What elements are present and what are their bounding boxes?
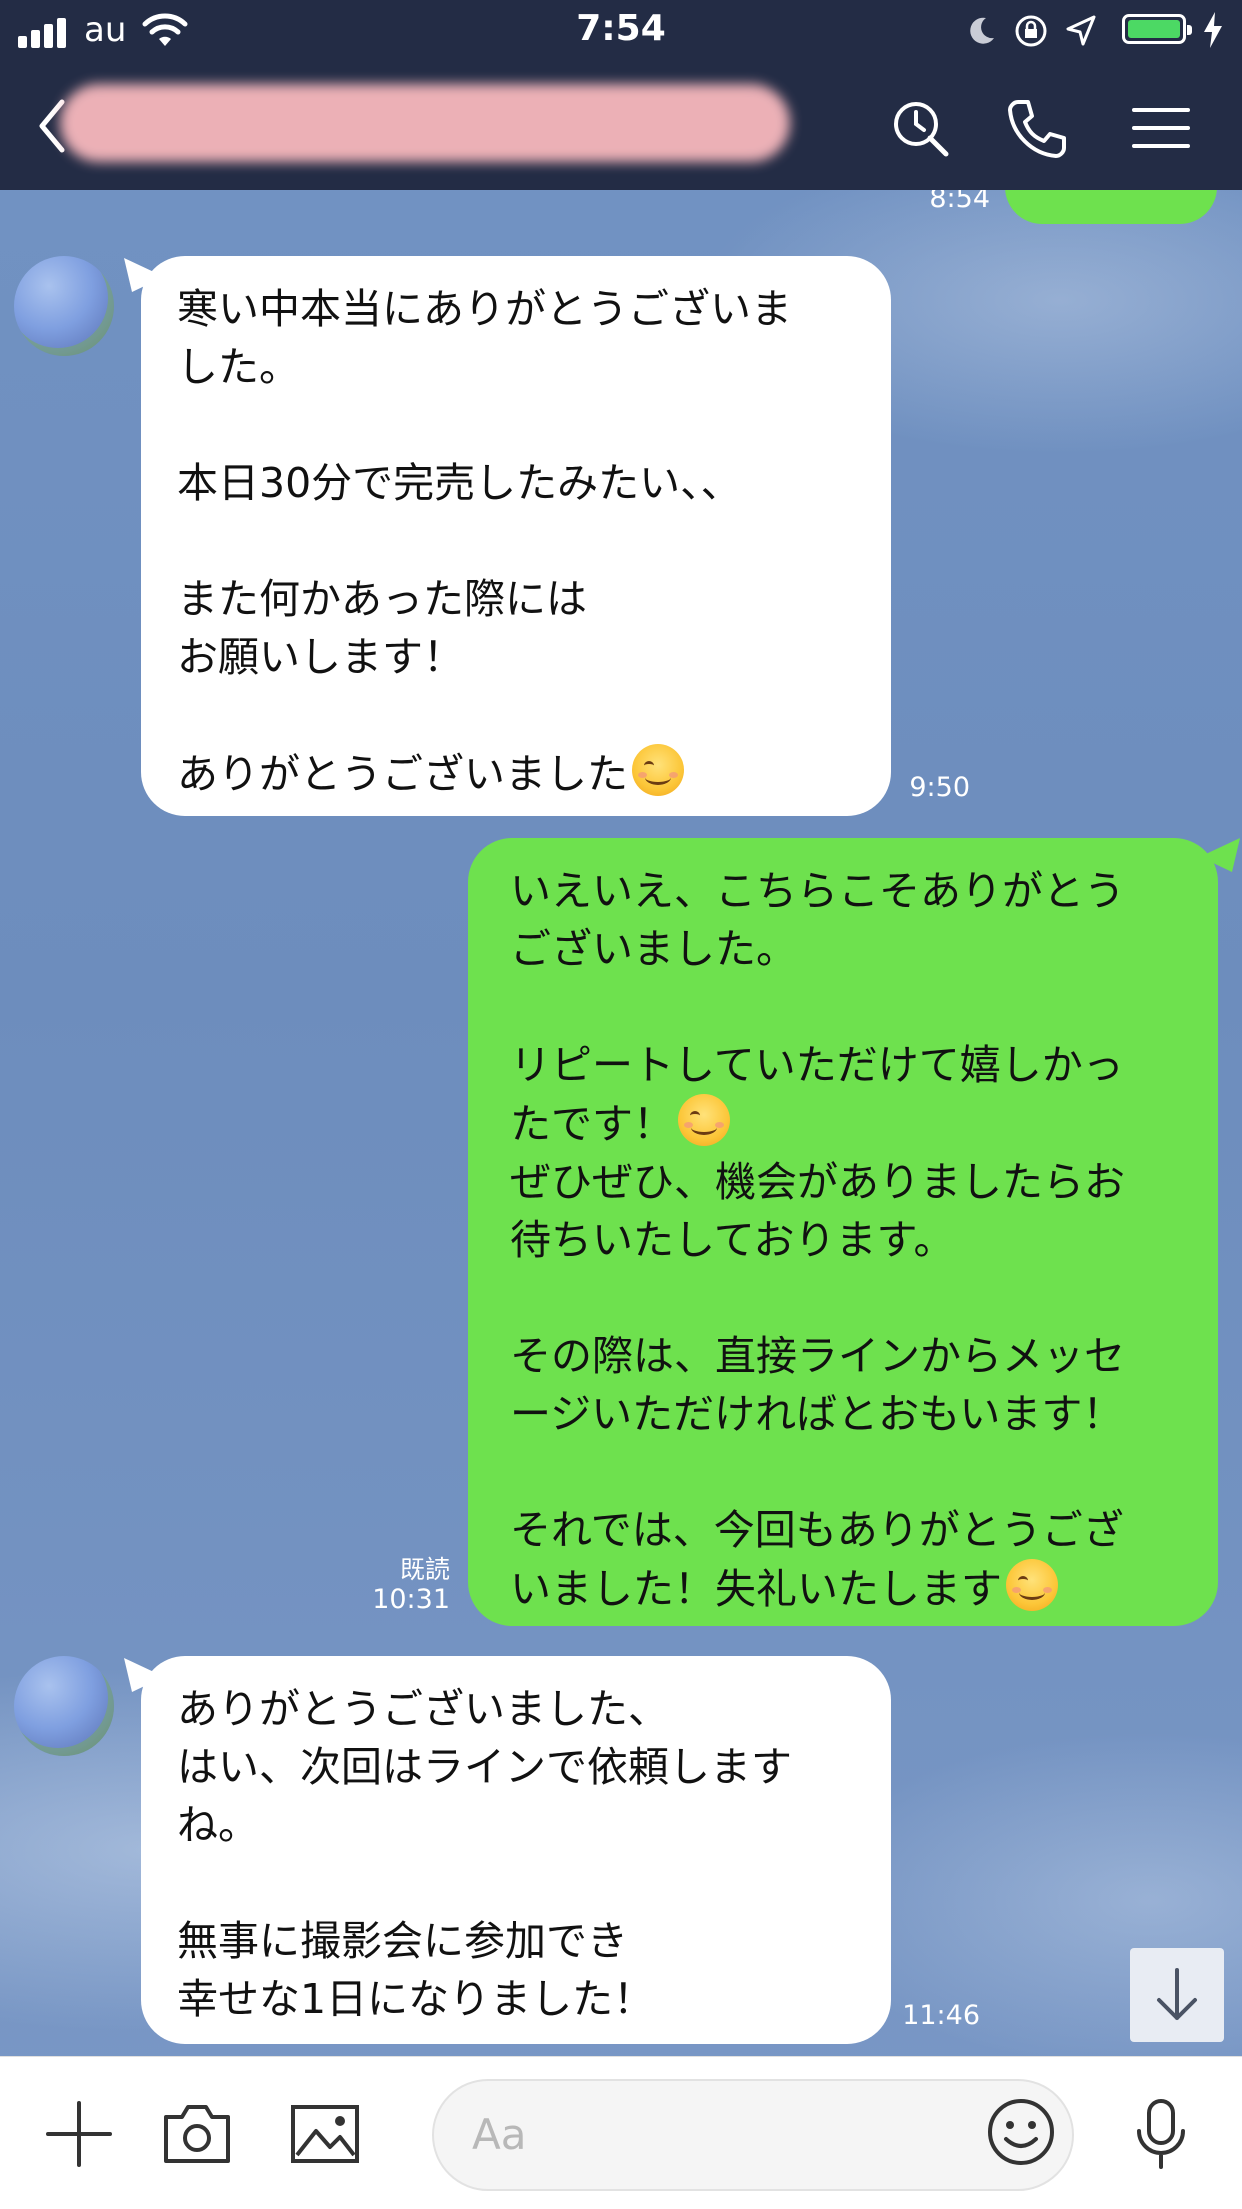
camera-icon[interactable] [160, 2097, 234, 2171]
scroll-to-bottom-button[interactable] [1130, 1948, 1224, 2042]
top-bar: au 7:54 [0, 0, 1242, 190]
message-bubble-outgoing[interactable]: いえいえ、こちらこそありがとう ございました。 リピートしていただけて嬉しかっ … [468, 838, 1218, 1626]
menu-icon[interactable] [1130, 96, 1194, 160]
contact-avatar[interactable] [14, 256, 114, 356]
message-text: 寒い中本当にありがとうございま した。 本日30分で完売したみたい、、 また何か… [177, 285, 792, 798]
image-icon[interactable] [288, 2097, 362, 2171]
arrow-down-icon [1157, 1968, 1197, 2020]
search-icon[interactable] [888, 96, 952, 160]
message-time: 11:46 [902, 2000, 980, 2031]
microphone-icon[interactable] [1124, 2097, 1198, 2171]
orientation-lock-icon [1015, 15, 1047, 47]
smiling-face-emoji-icon [1006, 1559, 1058, 1611]
message-text-part-2: ぜひぜひ、機会がありましたらお 待ちいたしております。 その際は、直接ラインから… [510, 1158, 1125, 1613]
read-receipt: 既読 [399, 1555, 450, 1584]
message-input[interactable]: Aa [432, 2079, 1074, 2191]
message-text: ありがとうございました、 はい、次回はラインで依頼します ね。 無事に撮影会に参… [177, 1685, 792, 2023]
contact-avatar[interactable] [14, 1656, 114, 1756]
smiling-face-emoji-icon [678, 1094, 730, 1146]
battery-icon [1122, 14, 1192, 44]
chat-title-redacted[interactable] [60, 84, 790, 162]
charging-bolt-icon [1204, 12, 1222, 48]
message-time: 9:50 [909, 772, 970, 803]
message-text-part-1: いえいえ、こちらこそありがとう ございました。 リピートしていただけて嬉しかっ … [510, 867, 1125, 1148]
phone-icon[interactable] [1004, 96, 1068, 160]
moon-icon [970, 17, 994, 44]
location-arrow-icon [1066, 15, 1096, 46]
message-bubble-incoming[interactable]: 寒い中本当にありがとうございま した。 本日30分で完売したみたい、、 また何か… [141, 256, 891, 816]
message-bubble-incoming[interactable]: ありがとうございました、 はい、次回はラインで依頼します ね。 無事に撮影会に参… [141, 1656, 891, 2044]
plus-icon[interactable] [42, 2097, 116, 2171]
message-composer: Aa [0, 2056, 1242, 2209]
status-right-group [964, 10, 1224, 50]
emoji-icon[interactable] [986, 2097, 1056, 2167]
message-time: 10:31 [372, 1584, 450, 1615]
smiling-face-emoji-icon [632, 744, 684, 796]
